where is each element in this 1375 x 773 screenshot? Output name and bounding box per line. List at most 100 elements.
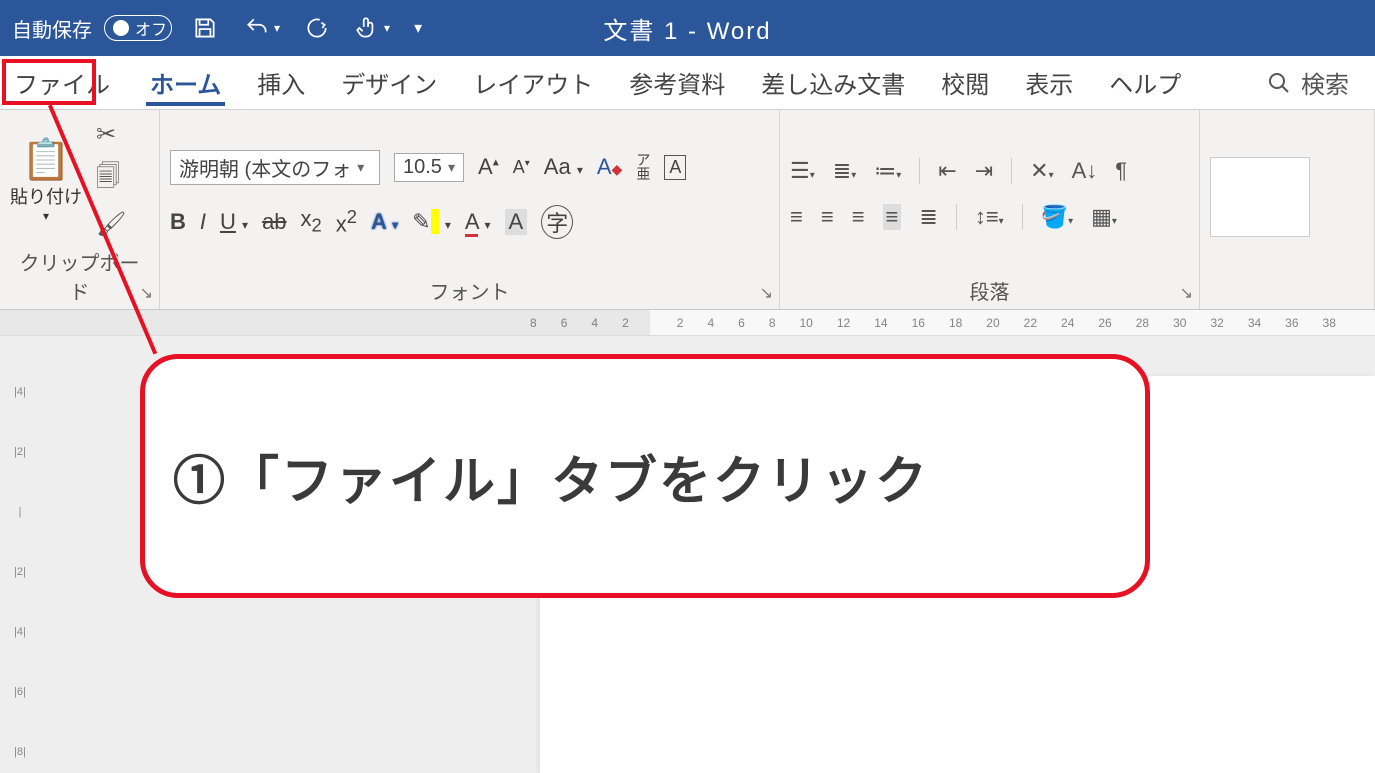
ruler-tick: 8 — [769, 316, 776, 330]
touch-mode-icon[interactable]: ▾ — [354, 15, 390, 41]
indent-dec-icon[interactable]: ⇤ — [938, 158, 956, 184]
align-right-icon[interactable]: ≡ — [852, 204, 865, 230]
vruler-tick: |2| — [0, 566, 40, 578]
align-center-icon[interactable]: ≡ — [821, 204, 834, 230]
autosave-control[interactable]: 自動保存 オフ — [12, 14, 172, 43]
ruler-tick: 18 — [949, 316, 962, 330]
distribute-icon[interactable]: ≣ — [919, 204, 937, 230]
enclose-char-icon[interactable]: 字 — [541, 205, 573, 239]
bullets-icon[interactable]: ☰▾ — [790, 158, 815, 184]
ruler-tick: 20 — [986, 316, 999, 330]
tab-help[interactable]: ヘルプ — [1105, 59, 1185, 106]
tab-home[interactable]: ホーム — [146, 59, 225, 106]
ruler-tick: 4 — [707, 316, 714, 330]
vertical-ruler[interactable]: |4||2|||2||4||6||8| — [0, 336, 40, 773]
paste-label: 貼り付け — [10, 183, 82, 209]
annotation-highlight-file-tab — [2, 59, 96, 105]
document-title: 文書 1 - Word — [603, 11, 771, 46]
align-left-icon[interactable]: ≡ — [790, 204, 803, 230]
group-label-clipboard: クリップボード ↘ — [10, 243, 149, 307]
tab-references[interactable]: 参考資料 — [625, 59, 729, 106]
borders-icon[interactable]: ▦▾ — [1091, 204, 1117, 230]
font-color-icon[interactable]: A ▾ — [465, 209, 491, 235]
ruler-tick: 22 — [1024, 316, 1037, 330]
vruler-tick: |6| — [0, 686, 40, 698]
ruler-tick: 38 — [1323, 316, 1336, 330]
ruler-tick: 28 — [1136, 316, 1149, 330]
subscript-button[interactable]: x2 — [301, 206, 322, 236]
dialog-launcher-icon[interactable]: ↘ — [1180, 283, 1193, 303]
grow-font-icon[interactable]: A▴ — [478, 154, 499, 180]
shrink-font-icon[interactable]: A▾ — [513, 157, 530, 178]
indent-inc-icon[interactable]: ⇥ — [975, 158, 993, 184]
numbering-icon[interactable]: ≣▾ — [833, 158, 856, 184]
ruler-tick: 16 — [912, 316, 925, 330]
autosave-state: オフ — [135, 16, 167, 40]
annotation-callout: ①「ファイル」タブをクリック — [140, 354, 1150, 598]
line-spacing-icon[interactable]: ↕≡▾ — [975, 204, 1004, 230]
tab-view[interactable]: 表示 — [1021, 59, 1077, 106]
asian-layout-icon[interactable]: ✕▾ — [1030, 158, 1053, 184]
title-bar: 自動保存 オフ ▾ ▾ ▾ 文書 1 - Word — [0, 0, 1375, 56]
change-case-icon[interactable]: Aa ▾ — [544, 154, 583, 180]
tab-review[interactable]: 校閲 — [937, 59, 993, 106]
underline-button[interactable]: U ▾ — [220, 209, 248, 235]
autosave-toggle[interactable]: オフ — [104, 15, 172, 41]
vruler-tick: |4| — [0, 626, 40, 638]
tab-insert[interactable]: 挿入 — [253, 59, 309, 106]
highlight-icon[interactable]: ✎ ▾ — [412, 209, 451, 235]
bold-button[interactable]: B — [170, 209, 186, 235]
vruler-tick: | — [0, 506, 40, 518]
qat-customize-icon[interactable]: ▾ — [414, 18, 422, 38]
paste-button[interactable]: 📋 貼り付け ▾ — [10, 136, 82, 223]
vruler-tick: |8| — [0, 746, 40, 758]
toggle-knob — [113, 20, 129, 36]
tab-layout[interactable]: レイアウト — [469, 59, 597, 106]
horizontal-ruler[interactable]: 8642246810121416182022242628303234363842… — [0, 310, 1375, 336]
dialog-launcher-icon[interactable]: ↘ — [760, 283, 773, 303]
phonetic-icon[interactable]: ア亜 — [636, 153, 650, 181]
multilevel-icon[interactable]: ≔▾ — [874, 158, 901, 184]
char-border-icon[interactable]: A — [664, 155, 686, 180]
vruler-tick: |2| — [0, 446, 40, 458]
undo-icon[interactable]: ▾ — [242, 15, 280, 41]
italic-button[interactable]: I — [200, 209, 206, 235]
redo-icon[interactable] — [304, 15, 330, 41]
font-size-combo[interactable]: 10.5▾ — [394, 153, 464, 182]
group-styles — [1200, 110, 1375, 309]
search-box[interactable]: 検索 — [1267, 65, 1349, 100]
style-gallery[interactable] — [1210, 157, 1310, 237]
superscript-button[interactable]: x2 — [336, 206, 357, 237]
ruler-tick: 10 — [800, 316, 813, 330]
ruler-tick: 6 — [738, 316, 745, 330]
ruler-tick: 2 — [622, 316, 629, 330]
group-paragraph: ☰▾ ≣▾ ≔▾ ⇤ ⇥ ✕▾ A↓ ¶ ≡ ≡ ≡ ≡ ≣ — [780, 110, 1200, 309]
sort-icon[interactable]: A↓ — [1072, 158, 1098, 184]
text-effect-icon[interactable]: A ▾ — [371, 209, 398, 235]
quick-access-toolbar: ▾ ▾ ▾ — [192, 15, 422, 41]
char-shading-icon[interactable]: A — [505, 209, 528, 235]
chevron-down-icon: ▾ — [43, 209, 49, 223]
ruler-tick: 2 — [677, 316, 684, 330]
search-label: 検索 — [1301, 65, 1349, 100]
save-icon[interactable] — [192, 15, 218, 41]
ruler-tick: 12 — [837, 316, 850, 330]
tab-mailings[interactable]: 差し込み文書 — [757, 59, 909, 106]
dialog-launcher-icon[interactable]: ↘ — [140, 283, 153, 303]
ruler-tick: 6 — [561, 316, 568, 330]
tab-design[interactable]: デザイン — [337, 59, 441, 106]
group-font: 游明朝 (本文のフォ▾ 10.5▾ A▴ A▾ Aa ▾ A◆ ア亜 A B I… — [160, 110, 780, 309]
clear-format-icon[interactable]: A◆ — [597, 154, 622, 180]
show-marks-icon[interactable]: ¶ — [1115, 158, 1127, 184]
justify-icon[interactable]: ≡ — [883, 204, 902, 230]
search-icon — [1267, 71, 1291, 95]
cut-icon[interactable]: ✂ — [96, 120, 126, 149]
copy-icon[interactable]: 🗐 — [96, 159, 126, 200]
font-name-combo[interactable]: 游明朝 (本文のフォ▾ — [170, 150, 380, 185]
ruler-tick: 34 — [1248, 316, 1261, 330]
strike-button[interactable]: ab — [262, 209, 286, 235]
ruler-tick: 14 — [874, 316, 887, 330]
ribbon-tabs: ファイル ホーム 挿入 デザイン レイアウト 参考資料 差し込み文書 校閲 表示… — [0, 56, 1375, 110]
shading-icon[interactable]: 🪣▾ — [1041, 204, 1073, 230]
ruler-tick: 24 — [1061, 316, 1074, 330]
